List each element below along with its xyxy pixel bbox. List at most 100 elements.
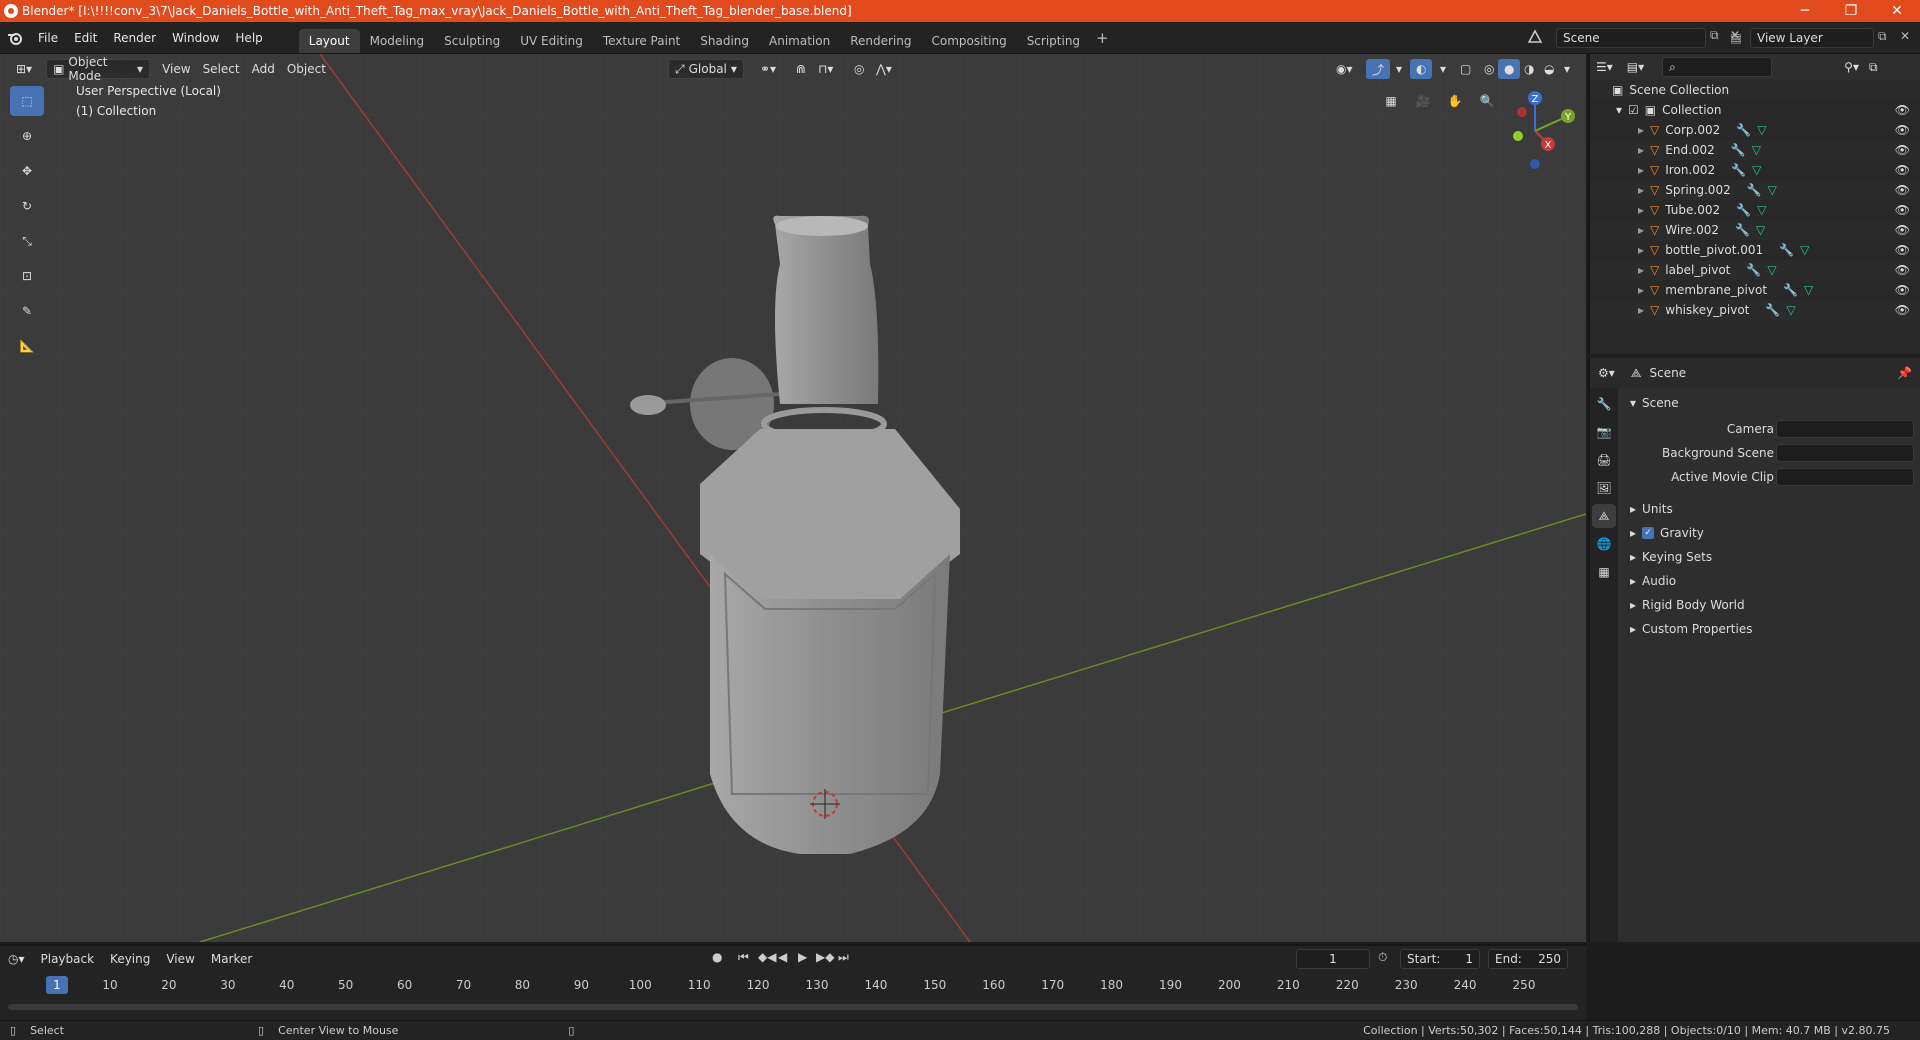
- modifier-wrench-icon[interactable]: 🔧: [1731, 163, 1746, 177]
- jump-keyframe-back-icon[interactable]: ◆◀: [758, 950, 776, 964]
- new-view-layer-icon[interactable]: ⧉: [1878, 29, 1887, 44]
- mesh-data-icon[interactable]: ▽: [1786, 303, 1795, 317]
- blender-menu-icon[interactable]: [0, 31, 30, 45]
- gravity-panel[interactable]: ▸ ✓ Gravity: [1620, 522, 1920, 544]
- mesh-data-icon[interactable]: ▽: [1800, 243, 1809, 257]
- modifier-wrench-icon[interactable]: 🔧: [1736, 123, 1751, 137]
- falloff-icon[interactable]: ⋀▾: [870, 59, 898, 79]
- modifier-wrench-icon[interactable]: 🔧: [1765, 303, 1780, 317]
- render-tab-icon[interactable]: 📷: [1592, 420, 1616, 444]
- outliner-object-row[interactable]: ▸ ▽ Iron.002 🔧 ▽ 👁: [1590, 160, 1920, 180]
- expand-arrow-icon[interactable]: ▸: [1638, 283, 1644, 297]
- jump-keyframe-forward-icon[interactable]: ▶◆: [816, 950, 834, 964]
- frame-ruler[interactable]: 1 10 20 30 40 50 60 70 80 90 100 110 120 130 140 150 16…: [0, 974, 1586, 996]
- chevron-down-icon[interactable]: ▾: [1390, 59, 1408, 79]
- end-frame-field[interactable]: End: 250: [1488, 949, 1568, 969]
- 3d-viewport[interactable]: ⊞▾ ▣ Object Mode ▾ View Select Add Objec…: [0, 54, 1586, 942]
- expand-arrow-icon[interactable]: ▸: [1638, 143, 1644, 157]
- mesh-data-icon[interactable]: ▽: [1756, 223, 1765, 237]
- eye-icon[interactable]: 👁: [1895, 243, 1910, 257]
- select-box-tool-icon[interactable]: ⬚: [10, 86, 44, 116]
- eye-icon[interactable]: 👁: [1895, 283, 1910, 297]
- menu-add[interactable]: Add: [246, 59, 281, 79]
- tab-sculpting[interactable]: Sculpting: [434, 29, 510, 53]
- timeline-editor-type-icon[interactable]: ◷▾: [8, 952, 25, 966]
- outliner-object-row[interactable]: ▸ ▽ Spring.002 🔧 ▽ 👁: [1590, 180, 1920, 200]
- move-tool-icon[interactable]: ✥: [10, 156, 44, 186]
- eye-icon[interactable]: 👁: [1895, 183, 1910, 197]
- modifier-wrench-icon[interactable]: 🔧: [1747, 183, 1762, 197]
- menu-keying[interactable]: Keying: [102, 952, 158, 966]
- outliner-editor-type-icon[interactable]: ☰▾: [1596, 60, 1613, 74]
- scene-selector[interactable]: Scene: [1556, 28, 1706, 48]
- rigid-body-world-panel[interactable]: ▸ Rigid Body World: [1620, 594, 1920, 616]
- menu-file[interactable]: File: [30, 31, 66, 45]
- maximize-button[interactable]: ❐: [1828, 0, 1874, 22]
- tab-scripting[interactable]: Scripting: [1017, 29, 1090, 53]
- tab-compositing[interactable]: Compositing: [921, 29, 1016, 53]
- jump-end-icon[interactable]: ⏭: [838, 950, 849, 965]
- chevron-down-icon[interactable]: ▾: [1434, 59, 1452, 79]
- mesh-data-icon[interactable]: ▽: [1752, 163, 1761, 177]
- current-frame-field[interactable]: 1: [1296, 949, 1370, 969]
- tab-layout[interactable]: Layout: [298, 28, 360, 53]
- expand-arrow-icon[interactable]: ▾: [1616, 103, 1622, 117]
- world-tab-icon[interactable]: 🌐: [1592, 532, 1616, 556]
- eye-icon[interactable]: 👁: [1895, 263, 1910, 277]
- outliner-collection[interactable]: ▾ ☑ ▣ Collection 👁: [1590, 100, 1920, 120]
- scene-panel-header[interactable]: ▾ Scene: [1620, 392, 1920, 414]
- proportional-edit-icon[interactable]: ◎: [848, 59, 870, 79]
- tab-rendering[interactable]: Rendering: [840, 29, 921, 53]
- view-layer-tab-icon[interactable]: 🖼: [1592, 476, 1616, 500]
- eye-icon[interactable]: 👁: [1895, 303, 1910, 317]
- mesh-data-icon[interactable]: ▽: [1768, 183, 1777, 197]
- display-mode-icon[interactable]: ▤▾: [1627, 60, 1644, 74]
- transform-tool-icon[interactable]: ⊡: [10, 261, 44, 291]
- keying-sets-panel[interactable]: ▸ Keying Sets: [1620, 546, 1920, 568]
- timeline-scrollbar[interactable]: [8, 1004, 1578, 1010]
- play-reverse-icon[interactable]: ◀: [778, 950, 787, 964]
- expand-arrow-icon[interactable]: ▸: [1638, 123, 1644, 137]
- properties-editor-type-icon[interactable]: ⚙▾: [1598, 366, 1615, 380]
- record-icon[interactable]: ●: [712, 950, 722, 964]
- pin-icon[interactable]: 📌: [1897, 366, 1912, 380]
- scale-tool-icon[interactable]: ⤡: [10, 226, 44, 256]
- custom-properties-panel[interactable]: ▸ Custom Properties: [1620, 618, 1920, 640]
- expand-arrow-icon[interactable]: ▸: [1638, 203, 1644, 217]
- tab-modeling[interactable]: Modeling: [360, 29, 435, 53]
- clock-icon[interactable]: ⏱: [1378, 950, 1387, 965]
- measure-tool-icon[interactable]: 📐: [10, 331, 44, 361]
- eye-icon[interactable]: 👁: [1895, 143, 1910, 157]
- menu-select[interactable]: Select: [197, 59, 246, 79]
- editor-type-icon[interactable]: ⊞▾: [10, 59, 38, 79]
- tool-settings-tab-icon[interactable]: 🔧: [1592, 392, 1616, 416]
- texture-tab-icon[interactable]: ▦: [1592, 560, 1616, 584]
- mesh-data-icon[interactable]: ▽: [1757, 203, 1766, 217]
- remove-view-layer-icon[interactable]: ✕: [1900, 29, 1910, 43]
- camera-view-icon[interactable]: 🎥: [1410, 88, 1436, 114]
- expand-arrow-icon[interactable]: ▸: [1638, 163, 1644, 177]
- menu-marker[interactable]: Marker: [203, 952, 260, 966]
- mesh-data-icon[interactable]: ▽: [1757, 123, 1766, 137]
- view-layer-selector[interactable]: View Layer: [1750, 28, 1874, 48]
- expand-arrow-icon[interactable]: ▸: [1638, 303, 1644, 317]
- gizmo-toggle-icon[interactable]: ⤴: [1366, 59, 1391, 79]
- modifier-wrench-icon[interactable]: 🔧: [1736, 203, 1751, 217]
- output-tab-icon[interactable]: 🖨: [1592, 448, 1616, 472]
- close-button[interactable]: ✕: [1874, 0, 1920, 22]
- gravity-checkbox[interactable]: ✓: [1642, 527, 1655, 539]
- camera-field[interactable]: [1776, 420, 1914, 438]
- outliner-search-input[interactable]: ⌕: [1662, 57, 1773, 77]
- tab-texture-paint[interactable]: Texture Paint: [593, 29, 690, 53]
- pivot-point-icon[interactable]: ⚭▾: [754, 59, 782, 79]
- xray-icon[interactable]: ▢: [1454, 59, 1477, 79]
- checkbox-icon[interactable]: ☑: [1628, 103, 1639, 117]
- outliner-object-row[interactable]: ▸ ▽ bottle_pivot.001 🔧 ▽ 👁: [1590, 240, 1920, 260]
- mesh-data-icon[interactable]: ▽: [1752, 143, 1761, 157]
- modifier-wrench-icon[interactable]: 🔧: [1731, 143, 1746, 157]
- menu-window[interactable]: Window: [164, 31, 227, 45]
- cursor-tool-icon[interactable]: ⊕: [10, 121, 44, 151]
- outliner-object-row[interactable]: ▸ ▽ Corp.002 🔧 ▽ 👁: [1590, 120, 1920, 140]
- snap-icon[interactable]: ⋒: [790, 59, 812, 79]
- active-movie-clip-field[interactable]: [1776, 468, 1914, 486]
